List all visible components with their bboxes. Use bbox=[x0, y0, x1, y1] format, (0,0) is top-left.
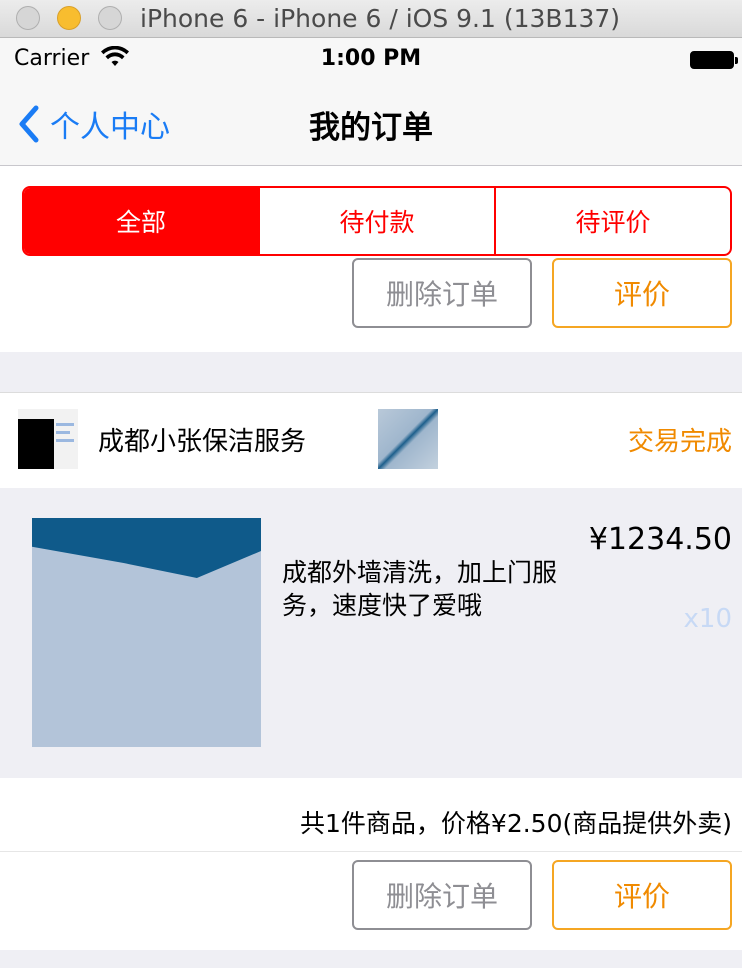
window-title: iPhone 6 - iPhone 6 / iOS 9.1 (13B137) bbox=[140, 4, 621, 33]
segment-pending-payment[interactable]: 待付款 bbox=[260, 188, 496, 254]
previous-order-actions: 删除订单 评价 bbox=[0, 258, 742, 352]
delete-order-button[interactable]: 删除订单 bbox=[352, 860, 532, 930]
status-time: 1:00 PM bbox=[320, 46, 422, 71]
order-card-header[interactable]: 成都小张保洁服务 交易完成 bbox=[0, 392, 742, 488]
product-price: ¥1234.50 bbox=[588, 522, 732, 557]
shop-name: 成都小张保洁服务 bbox=[98, 427, 307, 457]
page-title: 我的订单 bbox=[309, 110, 433, 146]
window-close-button[interactable] bbox=[16, 6, 40, 30]
segment-pending-review[interactable]: 待评价 bbox=[496, 188, 730, 254]
battery-icon bbox=[690, 51, 738, 69]
order-summary: 共1件商品，价格¥2.50(商品提供外卖) bbox=[0, 778, 742, 852]
shop-thumbnail bbox=[378, 409, 438, 469]
order-filter-segmented-control: 全部 待付款 待评价 bbox=[22, 186, 732, 256]
rate-button[interactable]: 评价 bbox=[552, 860, 732, 930]
segment-all[interactable]: 全部 bbox=[24, 188, 260, 254]
navigation-bar: 个人中心 我的订单 bbox=[0, 82, 742, 166]
ios-status-bar: Carrier 1:00 PM bbox=[0, 38, 742, 82]
shop-logo bbox=[18, 409, 78, 469]
order-status: 交易完成 bbox=[627, 427, 732, 457]
window-minimize-button[interactable] bbox=[57, 6, 81, 30]
product-image bbox=[32, 518, 261, 747]
order-actions: 删除订单 评价 bbox=[0, 852, 742, 950]
delete-order-button[interactable]: 删除订单 bbox=[352, 258, 532, 328]
product-quantity: x10 bbox=[683, 604, 732, 634]
order-product-row[interactable]: 成都外墙清洗，加上门服务，速度快了爱哦 ¥1234.50 x10 bbox=[0, 488, 742, 778]
product-name: 成都外墙清洗，加上门服务，速度快了爱哦 bbox=[282, 558, 558, 620]
rate-button[interactable]: 评价 bbox=[552, 258, 732, 328]
simulator-title-bar: iPhone 6 - iPhone 6 / iOS 9.1 (13B137) bbox=[0, 0, 742, 38]
filter-segment-area: 全部 待付款 待评价 bbox=[0, 166, 742, 258]
window-zoom-button[interactable] bbox=[98, 6, 122, 30]
order-summary-text: 共1件商品，价格¥2.50(商品提供外卖) bbox=[300, 809, 732, 838]
